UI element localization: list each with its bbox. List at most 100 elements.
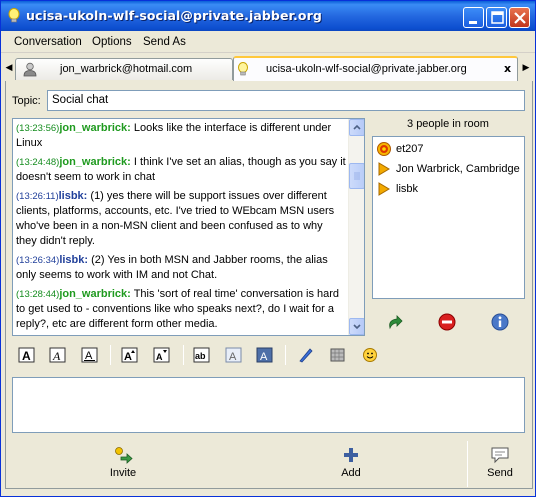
arrow-right-icon xyxy=(378,162,390,176)
block-icon xyxy=(438,313,456,331)
chevron-up-icon xyxy=(353,124,361,130)
chat-messages: (13:23:56)jon_warbrick: Looks like the i… xyxy=(16,121,346,335)
info-icon xyxy=(491,313,509,331)
underline-button[interactable]: A xyxy=(80,345,100,365)
message-sender: jon_warbrick: xyxy=(59,156,131,168)
window-title: ucisa-ukoln-wlf-social@private.jabber.or… xyxy=(26,8,322,23)
text-smaller-button[interactable]: A xyxy=(152,345,172,365)
block-button[interactable] xyxy=(436,311,458,333)
image-button[interactable] xyxy=(328,345,348,365)
redo-arrow-icon xyxy=(389,315,403,330)
conversation-tabs: ◀ jon_warbrick@hotmail.com ucisa-ukoln-w… xyxy=(1,55,535,81)
send-button[interactable]: Send xyxy=(473,441,527,485)
person-jon-warbrick[interactable]: Jon Warbrick, Cambridge xyxy=(376,161,522,179)
scroll-thumb[interactable] xyxy=(349,163,364,189)
tab-jon-warbrick[interactable]: jon_warbrick@hotmail.com xyxy=(15,58,233,80)
text-smaller-icon: A xyxy=(153,347,170,363)
smiley-button[interactable] xyxy=(360,345,380,365)
info-button[interactable] xyxy=(489,311,511,333)
toolbar-separator xyxy=(110,345,111,365)
scroll-down-button[interactable] xyxy=(349,318,364,335)
arrow-right-icon xyxy=(378,182,390,196)
topic-field[interactable]: Social chat xyxy=(47,90,525,111)
people-count: 3 people in room xyxy=(407,118,489,130)
message-sender: jon_warbrick: xyxy=(59,288,131,300)
message-timestamp: (13:26:11) xyxy=(16,191,59,202)
op-target-icon xyxy=(377,142,391,156)
format-toolbar: A A A A A ab A A xyxy=(12,342,525,368)
grip-icon xyxy=(354,172,360,180)
redo-button[interactable] xyxy=(384,311,406,333)
minimize-button[interactable] xyxy=(463,7,484,28)
person-icon xyxy=(23,62,37,77)
people-list[interactable]: et207 Jon Warbrick, Cambridge lisbk xyxy=(372,136,525,299)
text-bigger-button[interactable]: A xyxy=(120,345,140,365)
svg-text:A: A xyxy=(22,349,31,363)
message-input[interactable] xyxy=(12,377,525,433)
underline-icon: A xyxy=(81,347,98,363)
chat-log[interactable]: (13:23:56)jon_warbrick: Looks like the i… xyxy=(12,118,365,336)
tab-label: ucisa-ukoln-wlf-social@private.jabber.or… xyxy=(266,63,467,75)
chat-message: (13:28:44)jon_warbrick: This 'sort of re… xyxy=(16,287,346,332)
italic-button[interactable]: A xyxy=(48,345,68,365)
smiley-icon xyxy=(363,348,377,362)
message-sender: jon_warbrick: xyxy=(59,122,131,134)
invite-button[interactable]: Invite xyxy=(93,441,153,485)
svg-text:A: A xyxy=(260,351,268,363)
italic-icon: A xyxy=(49,347,66,363)
bg-color-button[interactable]: A xyxy=(255,345,275,365)
menu-conversation[interactable]: Conversation xyxy=(14,36,82,48)
chevron-down-icon xyxy=(353,324,361,330)
font-face-button[interactable]: ab xyxy=(192,345,212,365)
message-timestamp: (13:23:56) xyxy=(16,123,60,134)
minimize-icon xyxy=(469,21,477,24)
link-button[interactable] xyxy=(296,345,316,365)
close-button[interactable] xyxy=(509,7,530,28)
message-sender: lisbk: xyxy=(58,190,88,202)
tab-scroll-left-icon[interactable]: ◀ xyxy=(4,60,14,76)
bg-color-icon: A xyxy=(256,347,273,363)
bold-button[interactable]: A xyxy=(17,345,37,365)
bold-icon: A xyxy=(18,347,35,363)
button-divider xyxy=(467,441,468,487)
message-timestamp: (13:24:48) xyxy=(16,157,60,168)
menu-send-as[interactable]: Send As xyxy=(143,36,186,48)
fg-color-button[interactable]: A xyxy=(224,345,244,365)
toolbar-separator xyxy=(183,345,184,365)
image-icon xyxy=(330,348,345,362)
font-face-icon: ab xyxy=(193,347,210,363)
svg-text:A: A xyxy=(124,351,132,363)
lightbulb-icon xyxy=(8,8,20,23)
chat-message: (13:24:48)jon_warbrick: I think I've set… xyxy=(16,155,346,185)
message-timestamp: (13:26:34) xyxy=(16,255,60,266)
invite-label: Invite xyxy=(109,467,137,479)
person-name: lisbk xyxy=(396,183,419,195)
person-lisbk[interactable]: lisbk xyxy=(376,181,522,199)
link-icon xyxy=(299,348,313,363)
tab-label: jon_warbrick@hotmail.com xyxy=(60,63,193,75)
chat-message: (13:23:56)jon_warbrick: Looks like the i… xyxy=(16,121,346,151)
title-bar[interactable]: ucisa-ukoln-wlf-social@private.jabber.or… xyxy=(1,1,535,31)
chat-scrollbar[interactable] xyxy=(348,119,364,335)
invite-icon xyxy=(115,447,133,464)
send-label: Send xyxy=(487,467,513,479)
tab-ucisa-room[interactable]: ucisa-ukoln-wlf-social@private.jabber.or… xyxy=(233,56,518,81)
message-timestamp: (13:28:44) xyxy=(16,289,60,300)
menu-options[interactable]: Options xyxy=(92,36,132,48)
tab-scroll-right-icon[interactable]: ▶ xyxy=(521,60,531,76)
chat-window: ucisa-ukoln-wlf-social@private.jabber.or… xyxy=(0,0,536,497)
svg-text:A: A xyxy=(229,351,237,363)
maximize-button[interactable] xyxy=(486,7,507,28)
add-icon xyxy=(344,448,358,462)
close-icon xyxy=(514,12,526,24)
person-et207[interactable]: et207 xyxy=(376,141,522,159)
text-bigger-icon: A xyxy=(121,347,138,363)
scroll-up-button[interactable] xyxy=(349,119,364,136)
person-name: Jon Warbrick, Cambridge xyxy=(396,163,520,175)
add-button[interactable]: Add xyxy=(321,441,381,485)
chat-message: (13:26:11)lisbk: (1) yes there will be s… xyxy=(16,189,346,249)
tab-close-button[interactable]: x xyxy=(504,62,511,75)
message-sender: lisbk: xyxy=(59,254,89,266)
chat-message: (13:26:34)lisbk: (2) Yes in both MSN and… xyxy=(16,253,346,283)
topic-label: Topic: xyxy=(12,95,41,107)
